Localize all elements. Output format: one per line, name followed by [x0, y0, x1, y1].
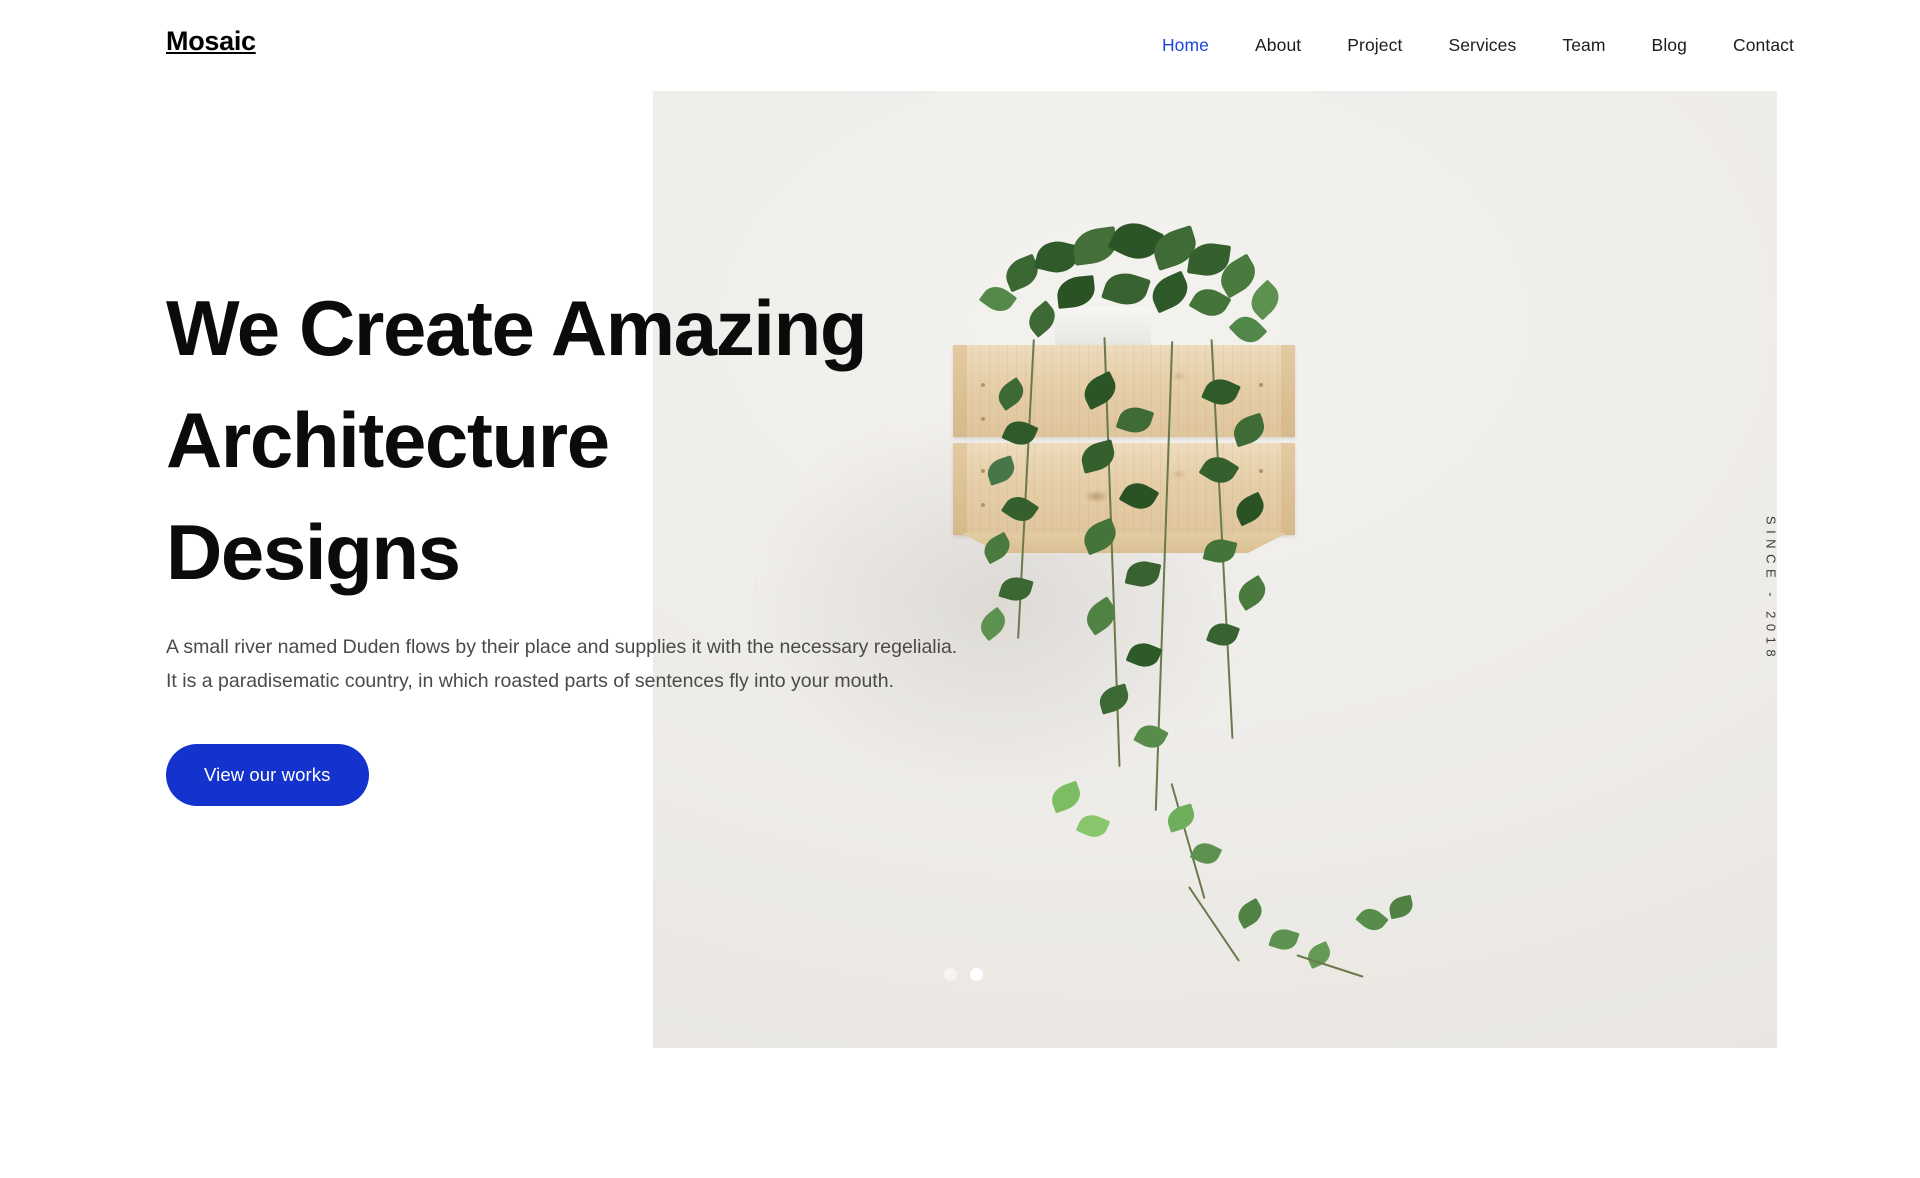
hero-title-line-1: We Create Amazing [166, 284, 867, 372]
nav-item-team[interactable]: Team [1539, 33, 1628, 57]
nav-item-project[interactable]: Project [1324, 33, 1425, 57]
slider-dots [944, 968, 983, 981]
slider-dot-1[interactable] [944, 968, 957, 981]
site-header: Mosaic Home About Project Services Team … [0, 0, 1920, 90]
nav-item-contact[interactable]: Contact [1710, 33, 1794, 57]
brand-logo[interactable]: Mosaic [166, 28, 256, 55]
hero-paragraph: A small river named Duden flows by their… [166, 636, 958, 692]
nav-item-blog[interactable]: Blog [1629, 33, 1710, 57]
nav-item-services[interactable]: Services [1425, 33, 1539, 57]
hero-title: We Create Amazing Architecture Designs [166, 272, 986, 608]
nav-item-home[interactable]: Home [1139, 33, 1232, 57]
nav-item-about[interactable]: About [1232, 33, 1324, 57]
view-our-works-button[interactable]: View our works [166, 744, 369, 806]
hero-section: SINCE - 2018 We Create Amazing Architect… [0, 0, 1920, 1178]
slider-dot-2[interactable] [970, 968, 983, 981]
main-navigation: Home About Project Services Team Blog Co… [1139, 33, 1794, 57]
hero-title-line-2: Architecture [166, 396, 610, 484]
page-root: Mosaic Home About Project Services Team … [0, 0, 1920, 1178]
since-label: SINCE - 2018 [1763, 515, 1779, 663]
hero-copy: We Create Amazing Architecture Designs A… [166, 272, 986, 806]
hero-title-line-3: Designs [166, 508, 461, 596]
